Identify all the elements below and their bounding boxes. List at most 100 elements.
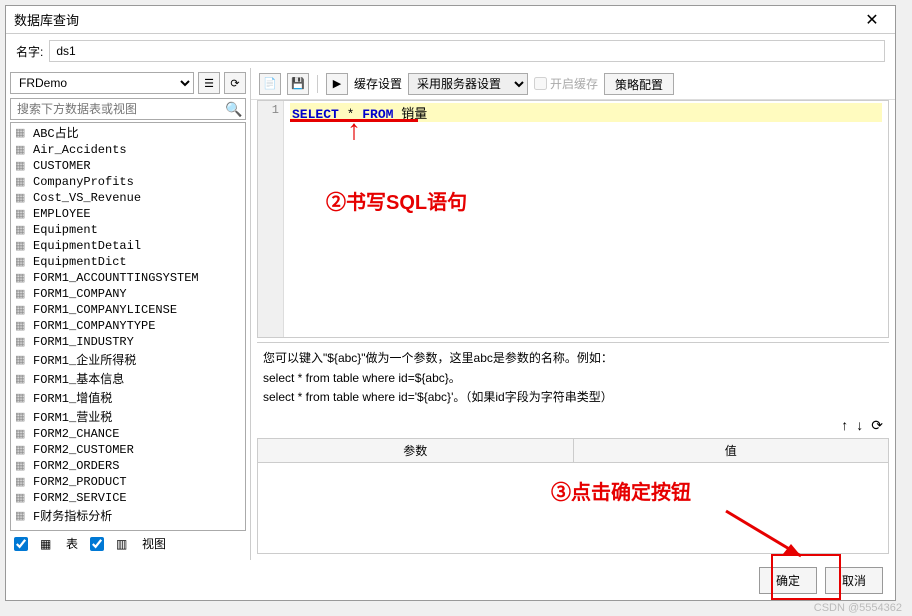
sql-text[interactable]: SELECT * FROM 销量: [284, 101, 888, 337]
table-item-label: FORM1_COMPANY: [33, 287, 127, 301]
annotation-text-1: ②书写SQL语句: [326, 186, 467, 215]
table-item[interactable]: ▦Air_Accidents: [11, 142, 245, 158]
table-item[interactable]: ▦FORM1_COMPANYLICENSE: [11, 302, 245, 318]
save-icon[interactable]: 💾: [287, 73, 309, 95]
name-row: 名字:: [6, 34, 895, 68]
table-item[interactable]: ▦FORM1_基本信息: [11, 369, 245, 388]
table-row-icon: ▦: [15, 491, 29, 505]
move-down-icon[interactable]: ↓: [856, 417, 863, 434]
table-item-label: FORM2_CHANCE: [33, 427, 119, 441]
table-item-label: Equipment: [33, 223, 98, 237]
table-item[interactable]: ▦ FORM2_PRODUCT: [11, 474, 245, 490]
param-refresh-icon[interactable]: ⟳: [871, 417, 883, 434]
table-item[interactable]: ▦ F财务指标分析: [11, 506, 245, 525]
table-row-icon: ▦: [15, 223, 29, 237]
db-query-dialog: 数据库查询 ✕ 名字: FRDemo ☰ ⟳ 🔍 ▦ABC占比▦Air_Acci…: [5, 5, 896, 601]
table-item-label: F财务指标分析: [33, 507, 112, 524]
table-item[interactable]: ▦ ABC占比: [11, 123, 245, 142]
table-item[interactable]: ▦ FORM1_增值税: [11, 388, 245, 407]
table-row-icon: ▦: [15, 391, 29, 405]
table-icon: ▦: [40, 537, 54, 551]
ok-button[interactable]: 确定: [759, 567, 817, 594]
strategy-button[interactable]: 策略配置: [604, 73, 674, 95]
table-item-label: FORM2_SERVICE: [33, 491, 127, 505]
enable-cache-input: [534, 77, 547, 90]
hint-line-3: select * from table where id='${abc}'。（如…: [263, 388, 883, 407]
table-item[interactable]: ▦ Equipment: [11, 222, 245, 238]
filter-view-label: 视图: [142, 535, 166, 552]
param-header: 参数 值: [258, 439, 888, 463]
table-row-icon: ▦: [15, 410, 29, 424]
table-row-icon: ▦: [15, 255, 29, 269]
table-item-label: EMPLOYEE: [33, 207, 91, 221]
table-row-icon: ▦: [15, 353, 29, 367]
table-list[interactable]: ▦ABC占比▦Air_Accidents▦CUSTOMER▦CompanyPro…: [10, 122, 246, 531]
annotation-text-2: ③点击确定按钮: [551, 476, 691, 505]
dialog-body: FRDemo ☰ ⟳ 🔍 ▦ABC占比▦Air_Accidents▦CUSTOM…: [6, 68, 895, 560]
table-item[interactable]: ▦CUSTOMER: [11, 158, 245, 174]
filter-table-label: 表: [66, 535, 78, 552]
table-item[interactable]: ▦ FORM2_CHANCE: [11, 426, 245, 442]
move-up-icon[interactable]: ↑: [841, 417, 848, 434]
search-icon[interactable]: 🔍: [223, 101, 245, 118]
table-item[interactable]: ▦EMPLOYEE: [11, 206, 245, 222]
filter-row: ▦ 表 ▥ 视图: [10, 531, 246, 556]
table-row-icon: ▦: [15, 239, 29, 253]
table-item[interactable]: ▦FORM1_ACCOUNTTINGSYSTEM: [11, 270, 245, 286]
close-button[interactable]: ✕: [857, 10, 887, 30]
hint-line-2: select * from table where id=${abc}。: [263, 369, 883, 388]
hint-panel: 您可以键入"${abc}"做为一个参数，这里abc是参数的名称。例如： sele…: [257, 342, 889, 413]
search-input[interactable]: [11, 99, 223, 119]
cancel-button[interactable]: 取消: [825, 567, 883, 594]
name-label: 名字:: [16, 43, 43, 60]
table-row-icon: ▦: [15, 443, 29, 457]
table-item-label: FORM2_PRODUCT: [33, 475, 127, 489]
preview-icon[interactable]: ▶: [326, 73, 348, 95]
table-row-icon: ▦: [15, 475, 29, 489]
table-item-label: EquipmentDetail: [33, 239, 141, 253]
table-row-icon: ▦: [15, 271, 29, 285]
table-item[interactable]: ▦ EquipmentDetail: [11, 238, 245, 254]
sql-toolbar: 📄 💾 ▶ 缓存设置 采用服务器设置 开启缓存 策略配置: [251, 68, 895, 100]
table-item-label: FORM1_增值税: [33, 389, 112, 406]
table-row-icon: ▦: [15, 191, 29, 205]
view-icon: ▥: [116, 537, 130, 551]
table-row-icon: ▦: [15, 459, 29, 473]
table-item-label: Cost_VS_Revenue: [33, 191, 141, 205]
table-item-label: ABC占比: [33, 124, 79, 141]
table-item[interactable]: ▦FORM1_营业税: [11, 407, 245, 426]
table-item[interactable]: ▦ FORM2_SERVICE: [11, 490, 245, 506]
annotation-arrow-1: ↑: [347, 114, 361, 146]
view-checkbox[interactable]: [90, 537, 104, 551]
table-row-icon: ▦: [15, 509, 29, 523]
param-col-value: 值: [574, 439, 889, 462]
db-select[interactable]: FRDemo: [10, 72, 194, 94]
cache-label: 缓存设置: [354, 75, 402, 92]
line-gutter: 1: [258, 101, 284, 337]
table-item[interactable]: ▦FORM1_COMPANY: [11, 286, 245, 302]
db-tree-icon[interactable]: ☰: [198, 72, 220, 94]
table-item[interactable]: ▦FORM1_INDUSTRY: [11, 334, 245, 350]
watermark: CSDN @5554362: [814, 602, 902, 614]
param-arrow-row: ↑ ↓ ⟳: [251, 413, 895, 438]
table-item-label: FORM1_COMPANYTYPE: [33, 319, 155, 333]
cache-select[interactable]: 采用服务器设置: [408, 73, 528, 95]
table-item[interactable]: ▦ Cost_VS_Revenue: [11, 190, 245, 206]
table-item[interactable]: ▦CompanyProfits: [11, 174, 245, 190]
table-item-label: CUSTOMER: [33, 159, 91, 173]
table-row-icon: ▦: [15, 126, 29, 140]
table-item[interactable]: ▦FORM2_ORDERS: [11, 458, 245, 474]
dataset-name-input[interactable]: [49, 40, 885, 62]
table-row-icon: ▦: [15, 175, 29, 189]
refresh-icon[interactable]: ⟳: [224, 72, 246, 94]
table-checkbox[interactable]: [14, 537, 28, 551]
table-item[interactable]: ▦FORM2_CUSTOMER: [11, 442, 245, 458]
table-row-icon: ▦: [15, 319, 29, 333]
import-icon[interactable]: 📄: [259, 73, 281, 95]
table-item[interactable]: ▦EquipmentDict: [11, 254, 245, 270]
left-panel: FRDemo ☰ ⟳ 🔍 ▦ABC占比▦Air_Accidents▦CUSTOM…: [6, 68, 251, 560]
table-item[interactable]: ▦FORM1_企业所得税: [11, 350, 245, 369]
table-row-icon: ▦: [15, 427, 29, 441]
hint-line-1: 您可以键入"${abc}"做为一个参数，这里abc是参数的名称。例如：: [263, 349, 883, 368]
table-item[interactable]: ▦ FORM1_COMPANYTYPE: [11, 318, 245, 334]
